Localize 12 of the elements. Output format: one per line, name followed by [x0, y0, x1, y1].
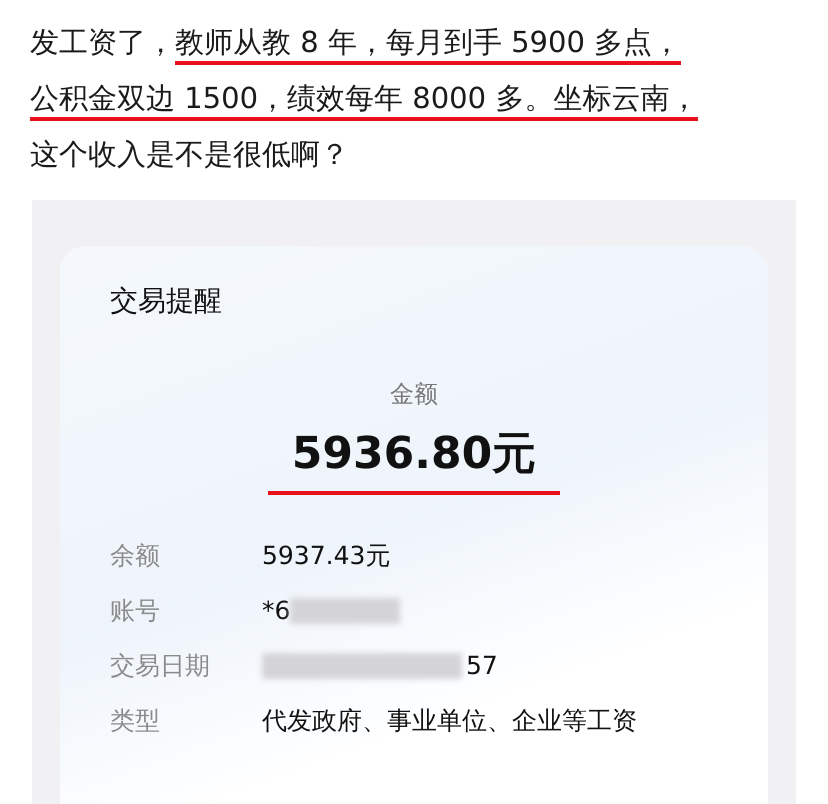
- field-label: 类型: [110, 705, 161, 737]
- amount-value: 5936.80元: [268, 424, 560, 495]
- field-value: 57: [466, 651, 498, 680]
- field-label: 余额: [110, 540, 161, 572]
- field-label: 交易日期: [110, 650, 211, 682]
- card-title: 交易提醒: [110, 283, 223, 319]
- field-value: *6: [262, 596, 290, 625]
- amount-label: 金额: [390, 379, 438, 410]
- post-text: 发工资了，教师从教 8 年，每月到手 5900 多点， 公积金双边 1500，绩效每年 8000 多。坐标云南， 这个收入是不是很低啊？: [30, 24, 700, 173]
- field-value: 代发政府、事业单位、企业等工资: [262, 705, 637, 737]
- field-label: 账号: [110, 595, 161, 627]
- field-value: 5937.43元: [262, 540, 390, 572]
